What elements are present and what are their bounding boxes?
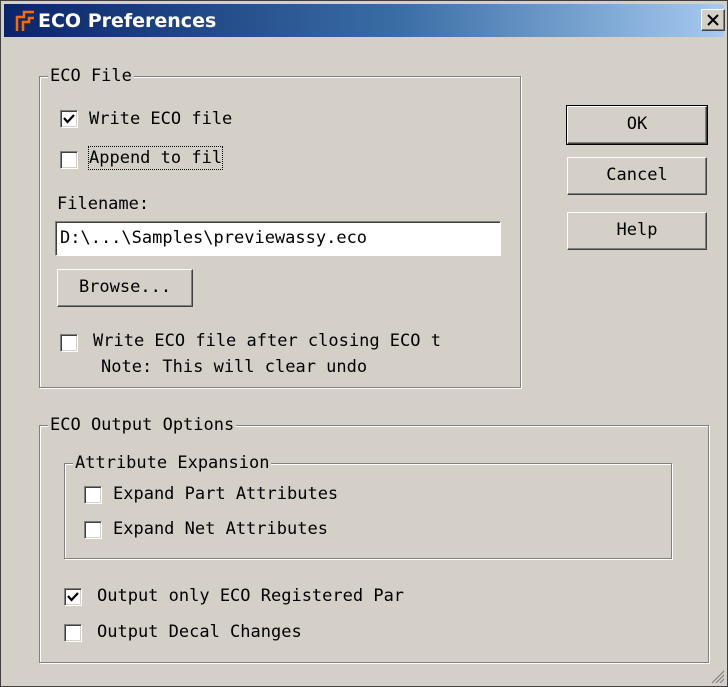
resize-grip-icon[interactable] xyxy=(711,670,725,684)
write-eco-file-checkbox[interactable] xyxy=(60,110,78,128)
filename-input[interactable]: D:\...\Samples\previewassy.eco xyxy=(55,221,501,256)
append-to-file-label[interactable]: Append to fil xyxy=(87,146,224,170)
check-icon xyxy=(63,114,75,124)
eco-preferences-dialog: ECO Preferences ECO File Write ECO file … xyxy=(0,0,728,687)
attribute-expansion-legend: Attribute Expansion xyxy=(73,452,272,474)
ok-button[interactable]: OK xyxy=(566,105,708,145)
browse-button[interactable]: Browse... xyxy=(57,269,193,307)
append-to-file-checkbox[interactable] xyxy=(60,151,78,169)
expand-part-attributes-label[interactable]: Expand Part Attributes xyxy=(113,483,338,505)
write-after-closing-checkbox[interactable] xyxy=(60,334,78,352)
pads-logo-icon xyxy=(15,10,34,31)
cancel-button[interactable]: Cancel xyxy=(567,157,707,195)
write-after-closing-label[interactable]: Write ECO file after closing ECO t xyxy=(93,330,441,352)
close-icon xyxy=(707,14,719,26)
check-icon xyxy=(67,592,79,602)
output-registered-parts-label[interactable]: Output only ECO Registered Par xyxy=(97,585,404,607)
clear-undo-note: Note: This will clear undo xyxy=(101,357,368,377)
filename-label: Filename: xyxy=(57,194,150,214)
expand-net-attributes-label[interactable]: Expand Net Attributes xyxy=(113,518,328,540)
attribute-expansion-group: Attribute Expansion xyxy=(64,452,672,559)
expand-net-attributes-checkbox[interactable] xyxy=(84,521,102,539)
write-eco-file-label[interactable]: Write ECO file xyxy=(89,108,232,130)
output-decal-changes-label[interactable]: Output Decal Changes xyxy=(97,621,302,643)
window-title: ECO Preferences xyxy=(38,10,217,32)
output-decal-changes-checkbox[interactable] xyxy=(64,624,82,642)
help-button[interactable]: Help xyxy=(567,212,707,250)
eco-file-legend: ECO File xyxy=(48,65,134,87)
eco-output-options-legend: ECO Output Options xyxy=(48,414,237,436)
output-registered-parts-checkbox[interactable] xyxy=(64,588,82,606)
expand-part-attributes-checkbox[interactable] xyxy=(84,486,102,504)
title-bar[interactable]: ECO Preferences xyxy=(4,4,725,37)
close-button[interactable] xyxy=(701,9,725,31)
